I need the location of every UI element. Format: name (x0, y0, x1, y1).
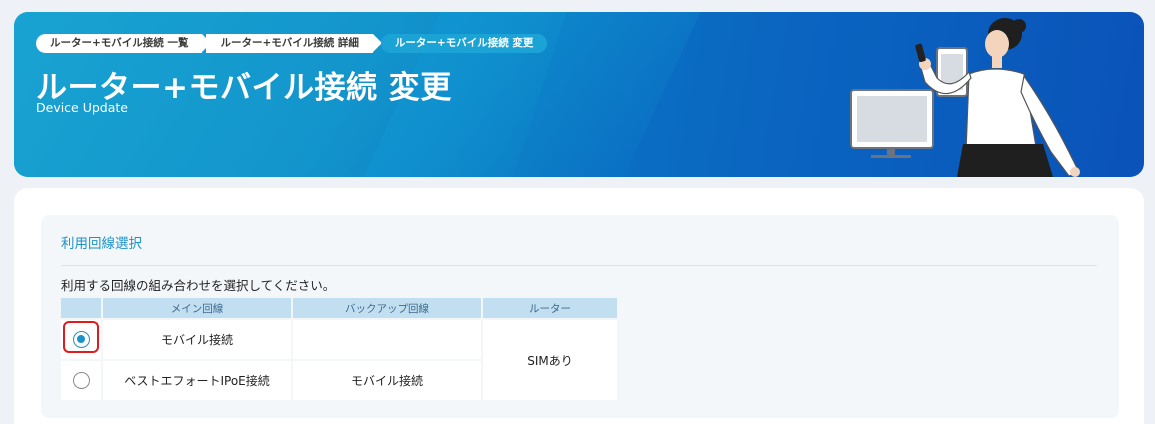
radio-cell[interactable] (61, 361, 101, 400)
main-card: 利用回線選択 利用する回線の組み合わせを選択してください。 メイン回線 バックア… (14, 188, 1144, 424)
section-divider (61, 265, 1097, 266)
radio-ipoe-mobile[interactable] (72, 372, 90, 389)
section-title: 利用回線選択 (61, 236, 142, 252)
table-row[interactable]: モバイル接続 SIMあり (61, 320, 617, 400)
line-combination-table: メイン回線 バックアップ回線 ルーター モバイル接続 SIMあり ベストエフォー… (59, 296, 619, 402)
breadcrumb-item-list[interactable]: ルーター+モバイル接続 一覧 (36, 34, 212, 53)
table-header-row: メイン回線 バックアップ回線 ルーター (61, 298, 617, 318)
backup-line-cell (293, 320, 481, 359)
backup-line-cell: モバイル接続 (293, 361, 481, 400)
breadcrumb: ルーター+モバイル接続 一覧 ルーター+モバイル接続 詳細 ルーター+モバイル接… (36, 34, 551, 53)
router-cell: SIMあり (483, 320, 617, 400)
page-subtitle: Device Update (36, 100, 128, 115)
main-line-cell: ベストエフォートIPoE接続 (103, 361, 291, 400)
person-with-devices-illustration (850, 18, 1080, 177)
table-header-select (61, 298, 101, 318)
radio-cell[interactable] (61, 320, 101, 359)
breadcrumb-item-detail[interactable]: ルーター+モバイル接続 詳細 (206, 34, 383, 53)
breadcrumb-item-current: ルーター+モバイル接続 変更 (380, 34, 548, 53)
section-description: 利用する回線の組み合わせを選択してください。 (61, 278, 336, 293)
radio-mobile[interactable] (72, 331, 90, 348)
table-header-main-line: メイン回線 (103, 298, 291, 318)
header-banner: ルーター+モバイル接続 一覧 ルーター+モバイル接続 詳細 ルーター+モバイル接… (14, 12, 1144, 177)
table-header-router: ルーター (483, 298, 617, 318)
line-selection-section: 利用回線選択 利用する回線の組み合わせを選択してください。 メイン回線 バックア… (41, 215, 1119, 418)
table-header-backup-line: バックアップ回線 (293, 298, 481, 318)
main-line-cell: モバイル接続 (103, 320, 291, 359)
